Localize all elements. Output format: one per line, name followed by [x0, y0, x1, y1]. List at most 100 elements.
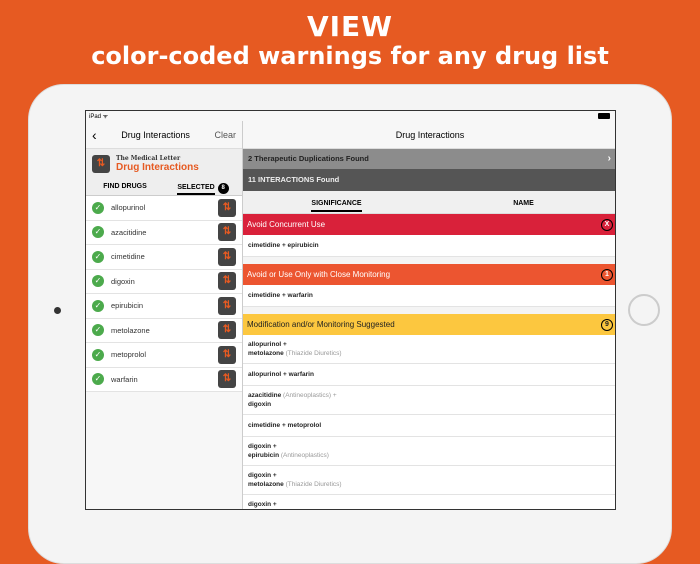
tab-selected[interactable]: SELECTED 8	[164, 179, 242, 195]
severity-badge: 9	[601, 318, 613, 331]
drug-name: warfarin	[111, 374, 138, 384]
interaction-row[interactable]: cimetidine + epirubicin	[243, 235, 615, 257]
camera-icon	[54, 307, 61, 314]
interaction-icon-button[interactable]: ⇅	[218, 198, 236, 217]
status-bar: iPad ᯤ	[86, 111, 615, 121]
interaction-line: digoxin +	[248, 442, 612, 451]
drug-a: allopurinol + warfarin	[248, 371, 314, 378]
back-button[interactable]: ‹	[92, 127, 97, 143]
interaction-icon-button[interactable]: ⇅	[218, 321, 236, 340]
home-button[interactable]	[628, 294, 660, 326]
tab-significance[interactable]: SIGNIFICANCE	[243, 191, 430, 213]
drug-b: digoxin	[248, 401, 272, 408]
spacer	[243, 307, 615, 314]
drug-class: (Thiazide Diuretics)	[285, 481, 342, 488]
interaction-icon-button[interactable]: ⇅	[218, 223, 236, 242]
tab-selected-label: SELECTED	[177, 184, 215, 195]
drug-item[interactable]: ✓ digoxin ⇅	[86, 269, 242, 294]
device-label: iPad ᯤ	[89, 114, 109, 120]
severity-label: Avoid Concurrent Use	[247, 220, 326, 229]
drug-name: cimetidine	[111, 252, 145, 262]
left-title: Drug Interactions	[121, 129, 190, 140]
right-title: Drug Interactions	[243, 121, 615, 149]
drug-item[interactable]: ✓ metolazone ⇅	[86, 318, 242, 343]
drug-list: ✓ allopurinol ⇅ ✓ azacitidine ⇅ ✓ cimetidine ⇅ ✓ d…	[86, 196, 242, 392]
duplications-bar[interactable]: 2 Therapeutic Duplications Found ›	[243, 149, 615, 169]
duplications-label: 2 Therapeutic Duplications Found	[248, 154, 369, 163]
left-nav: ‹ Drug Interactions Clear	[86, 121, 242, 149]
check-icon: ✓	[92, 373, 104, 386]
drug-b: metolazone	[248, 481, 284, 488]
drug-a: digoxin +	[248, 501, 277, 508]
interaction-line: digoxin +	[248, 471, 612, 480]
chevron-right-icon: ›	[607, 153, 611, 164]
drug-a: digoxin +	[248, 472, 277, 479]
severity-label: Modification and/or Monitoring Suggested	[247, 320, 395, 329]
interaction-row[interactable]: digoxin + epirubicin (Antineoplastics)	[243, 437, 615, 466]
check-icon: ✓	[92, 348, 104, 361]
interaction-icon-button[interactable]: ⇅	[218, 272, 236, 291]
interaction-row[interactable]: digoxin + metolazone (Thiazide Diuretics)	[243, 466, 615, 495]
left-tabs: FIND DRUGS SELECTED 8	[86, 179, 242, 196]
screen: iPad ᯤ ‹ Drug Interactions Clear ⇅ The M…	[85, 110, 616, 510]
interaction-row[interactable]: cimetidine + warfarin	[243, 285, 615, 307]
drug-a: cimetidine + epirubicin	[248, 242, 319, 249]
drug-a: cimetidine + metoprolol	[248, 422, 322, 429]
drug-a: azacitidine	[248, 392, 282, 399]
interaction-row[interactable]: allopurinol + metolazone (Thiazide Diuret…	[243, 335, 615, 364]
drug-a: digoxin +	[248, 443, 277, 450]
drug-name: digoxin	[111, 276, 135, 286]
interaction-line: allopurinol +	[248, 340, 612, 349]
logo-main: Drug Interactions	[116, 162, 199, 173]
logo-icon: ⇅	[92, 155, 110, 173]
interaction-icon-button[interactable]: ⇅	[218, 296, 236, 315]
interaction-row[interactable]: azacitidine (Antineoplastics) + digoxin	[243, 386, 615, 415]
interaction-icon-button[interactable]: ⇅	[218, 345, 236, 364]
drug-class: (Thiazide Diuretics)	[285, 350, 342, 357]
interaction-line: epirubicin (Antineoplastics)	[248, 451, 612, 460]
drug-item[interactable]: ✓ warfarin ⇅	[86, 367, 242, 392]
interaction-row[interactable]: digoxin +metoprolol (Beta-Adrenergic Blo…	[243, 495, 615, 509]
interactions-count: 11 INTERACTIONS Found	[243, 169, 615, 191]
tab-find-drugs[interactable]: FIND DRUGS	[86, 179, 164, 195]
drug-name: allopurinol	[111, 203, 146, 213]
drug-name: epirubicin	[111, 301, 144, 311]
interaction-line: azacitidine (Antineoplastics) +	[248, 391, 612, 400]
severity-badge: X	[601, 218, 613, 231]
drug-class: (Antineoplastics) +	[283, 392, 337, 399]
drug-name: metoprolol	[111, 350, 147, 360]
interaction-row[interactable]: cimetidine + metoprolol	[243, 415, 615, 437]
interaction-icon-button[interactable]: ⇅	[218, 247, 236, 266]
drug-b: metolazone	[248, 350, 284, 357]
drug-item[interactable]: ✓ metoprolol ⇅	[86, 343, 242, 368]
check-icon: ✓	[92, 299, 104, 312]
tab-name[interactable]: NAME	[430, 191, 615, 213]
right-panel: Drug Interactions 2 Therapeutic Duplicat…	[243, 121, 615, 509]
battery-icon	[598, 113, 610, 119]
subheadline: color-coded warnings for any drug list	[91, 42, 609, 70]
drug-item[interactable]: ✓ epirubicin ⇅	[86, 294, 242, 319]
severity-label: Avoid or Use Only with Close Monitoring	[247, 270, 391, 279]
interaction-line: metolazone (Thiazide Diuretics)	[248, 480, 612, 489]
check-icon: ✓	[92, 226, 104, 239]
check-icon: ✓	[92, 250, 104, 263]
sort-tabs: SIGNIFICANCE NAME	[243, 191, 615, 214]
spacer	[243, 257, 615, 264]
interaction-groups: Avoid Concurrent Use Xcimetidine + epirub…	[243, 214, 615, 509]
interaction-line: digoxin +	[248, 500, 612, 509]
drug-a: allopurinol +	[248, 341, 287, 348]
logo-top: The Medical Letter	[116, 155, 181, 162]
severity-header: Avoid or Use Only with Close Monitoring 1	[243, 264, 615, 285]
interaction-icon-button[interactable]: ⇅	[218, 370, 236, 389]
clear-button[interactable]: Clear	[214, 130, 236, 140]
drug-item[interactable]: ✓ azacitidine ⇅	[86, 220, 242, 245]
app-logo: ⇅ The Medical Letter Drug Interactions	[86, 149, 242, 179]
severity-header: Modification and/or Monitoring Suggested…	[243, 314, 615, 335]
interaction-row[interactable]: allopurinol + warfarin	[243, 364, 615, 386]
drug-a: cimetidine + warfarin	[248, 292, 313, 299]
drug-item[interactable]: ✓ allopurinol ⇅	[86, 196, 242, 221]
check-icon: ✓	[92, 275, 104, 288]
interaction-line: cimetidine + metoprolol	[248, 421, 612, 430]
interaction-line: digoxin	[248, 400, 612, 409]
drug-item[interactable]: ✓ cimetidine ⇅	[86, 245, 242, 270]
